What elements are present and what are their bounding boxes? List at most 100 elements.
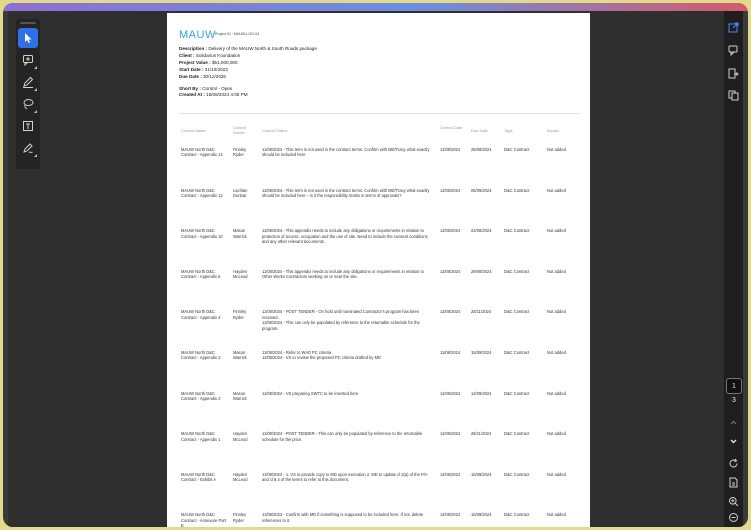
control-owner-cell: Mason Warrick (233, 349, 247, 361)
toolbar-drag-handle[interactable] (20, 22, 36, 24)
text-box-tool-button[interactable] (18, 116, 38, 136)
zoom-in-button[interactable] (727, 495, 740, 508)
due-date-cell: 29/08/2024 (471, 268, 492, 274)
select-pointer-icon (25, 33, 32, 43)
control-name-cell: MAUW North D&C Contract - Appendix 12 (181, 187, 223, 198)
table-header: Control Name Control Owner Control Statu… (167, 123, 590, 141)
pdf-page: MAUW Project ID : MAUW-LOG-04 Descriptio… (167, 13, 590, 527)
project-value-line: Project Value : $51,000,000 (179, 59, 238, 65)
tags-cell: D&C Contract (504, 512, 530, 518)
tags-cell: D&C Contract (504, 187, 530, 193)
control-owner-cell: Finnley Ryder (233, 512, 247, 523)
control-status-cell: 11/08/2024 - This term is not used in th… (262, 147, 430, 158)
impact-cell: Not added (547, 187, 566, 193)
control-date-cell: 11/08/2024 (440, 228, 461, 234)
tags-cell: D&C Contract (504, 268, 530, 274)
due-date-cell: 29/08/2024 (471, 147, 492, 152)
text-box-icon (23, 121, 33, 131)
tags-cell: D&C Contract (504, 147, 530, 152)
description-line: Description : Delivery of the MAUW North… (179, 46, 317, 51)
control-status-cell: 11/08/2024 - This appendix needs to incl… (262, 268, 424, 280)
refresh-button[interactable] (727, 457, 740, 470)
sort-by-line: Short By : Control - Open (179, 85, 233, 91)
previous-page-button[interactable] (727, 416, 740, 429)
control-name-cell: MAUW North D&C Contract - Appendix 6 (181, 268, 221, 280)
impact-cell: Not added (547, 471, 566, 477)
refresh-icon (729, 458, 738, 468)
control-status-cell: 11/08/2024 - Refer to WAD PC criteria. 11… (262, 349, 381, 361)
document-brand-title: MAUW (179, 29, 216, 41)
control-date-cell: 11/08/2024 (440, 390, 461, 396)
control-name-cell: MAUW North D&C Contract - Exhibit A (181, 471, 217, 483)
control-status-cell: 11/08/2024 - POST TENDER - This can only… (262, 431, 423, 442)
control-date-cell: 11/08/2024 (440, 187, 461, 193)
file-info-button[interactable] (727, 476, 740, 489)
table-row: MAUW North D&C Contract - Appendix 12 La… (167, 188, 590, 229)
impact-cell: Not added (547, 309, 566, 315)
due-date-cell: 15/09/2024 (471, 471, 492, 477)
due-date-cell: 15/09/2024 (471, 512, 492, 518)
share-button[interactable] (727, 67, 740, 80)
tags-cell: D&C Contract (504, 471, 530, 477)
header-control-owner: Control Owner (233, 125, 246, 136)
table-row: MAUW North D&C Contract - Exhibit A Hayd… (167, 472, 590, 513)
project-id: Project ID : MAUW-LOG-04 (215, 32, 260, 36)
signature-icon (23, 143, 33, 153)
control-owner-cell: Mason Warrick (233, 228, 247, 239)
impact-cell: Not added (547, 390, 566, 396)
zoom-in-icon (729, 497, 739, 507)
control-owner-cell: Finnley Ryder (233, 147, 247, 158)
control-status-cell: 11/08/2024 - Confirm with MD if somethin… (262, 512, 424, 523)
created-at-line: Created At : 15/08/2024 4:05 PM (179, 92, 248, 98)
control-status-cell: 11/08/2024 - POST TENDER - On hold until… (262, 309, 420, 331)
lasso-tool-button[interactable] (18, 94, 38, 114)
comment-button[interactable] (727, 44, 740, 57)
copy-page-icon (728, 90, 739, 101)
header-due-date: Due Date (471, 128, 488, 133)
control-name-cell: MAUW North D&C Contract - Appendix 3 (181, 349, 221, 361)
zoom-out-button[interactable] (727, 511, 740, 524)
control-status-cell: 11/08/2024 - VS preparing SWTC to be ins… (262, 390, 359, 396)
control-owner-cell: Hayden McLeod (233, 431, 248, 442)
impact-cell: Not added (547, 512, 566, 518)
control-owner-cell: Lachlan Dunbar (233, 187, 248, 198)
draw-tool-button[interactable] (18, 72, 38, 92)
impact-cell: Not added (547, 349, 566, 355)
impact-cell: Not added (547, 147, 566, 152)
signature-tool-button[interactable] (18, 138, 38, 158)
table-row: MAUW North D&C Contract - Appendix 1 Hay… (167, 431, 590, 472)
control-date-cell: 11/08/2024 (440, 512, 461, 518)
due-date-line: Due Date : 30/12/2026 (179, 73, 226, 79)
control-date-cell: 11/08/2024 (440, 431, 461, 437)
chevron-up-icon (730, 420, 737, 425)
app-window: MAUW Project ID : MAUW-LOG-04 Descriptio… (3, 3, 748, 527)
control-name-cell: MAUW North D&C Contract - Annexure Part … (181, 512, 227, 527)
client-line: Client : Solidarius Foundation (179, 52, 241, 58)
select-tool-button[interactable] (18, 28, 38, 48)
tags-cell: D&C Contract (504, 309, 530, 315)
share-icon (728, 68, 739, 79)
total-pages: 3 (732, 397, 736, 404)
add-comment-tool-button[interactable] (18, 50, 38, 70)
lasso-icon (23, 99, 34, 110)
control-date-cell: 11/08/2024 (440, 268, 461, 274)
table-row: MAUW North D&C Contract - Annexure Part … (167, 512, 590, 527)
control-name-cell: MAUW North D&C Contract - Appendix 10 (181, 228, 223, 239)
impact-cell: Not added (547, 228, 566, 234)
control-date-cell: 11/08/2024 (440, 349, 461, 355)
pen-draw-icon (23, 76, 34, 88)
table-row: MAUW North D&C Contract - Appendix 14 Fi… (167, 147, 590, 188)
copy-page-button[interactable] (727, 89, 740, 102)
comment-add-icon (23, 55, 33, 66)
file-icon (729, 477, 738, 488)
header-control-status: Control Status (262, 128, 288, 133)
chevron-down-icon (730, 439, 737, 444)
header-control-name: Control Name (181, 128, 206, 133)
next-page-button[interactable] (727, 435, 740, 448)
table-row: MAUW North D&C Contract - Appendix 10 Ma… (167, 228, 590, 269)
control-name-cell: MAUW North D&C Contract - Appendix 4 (181, 309, 221, 320)
control-date-cell: 11/08/2024 (440, 147, 461, 152)
export-pdf-button[interactable] (727, 21, 740, 34)
current-page-field[interactable]: 1 (726, 378, 742, 394)
due-date-cell: 22/08/2024 (471, 228, 492, 234)
